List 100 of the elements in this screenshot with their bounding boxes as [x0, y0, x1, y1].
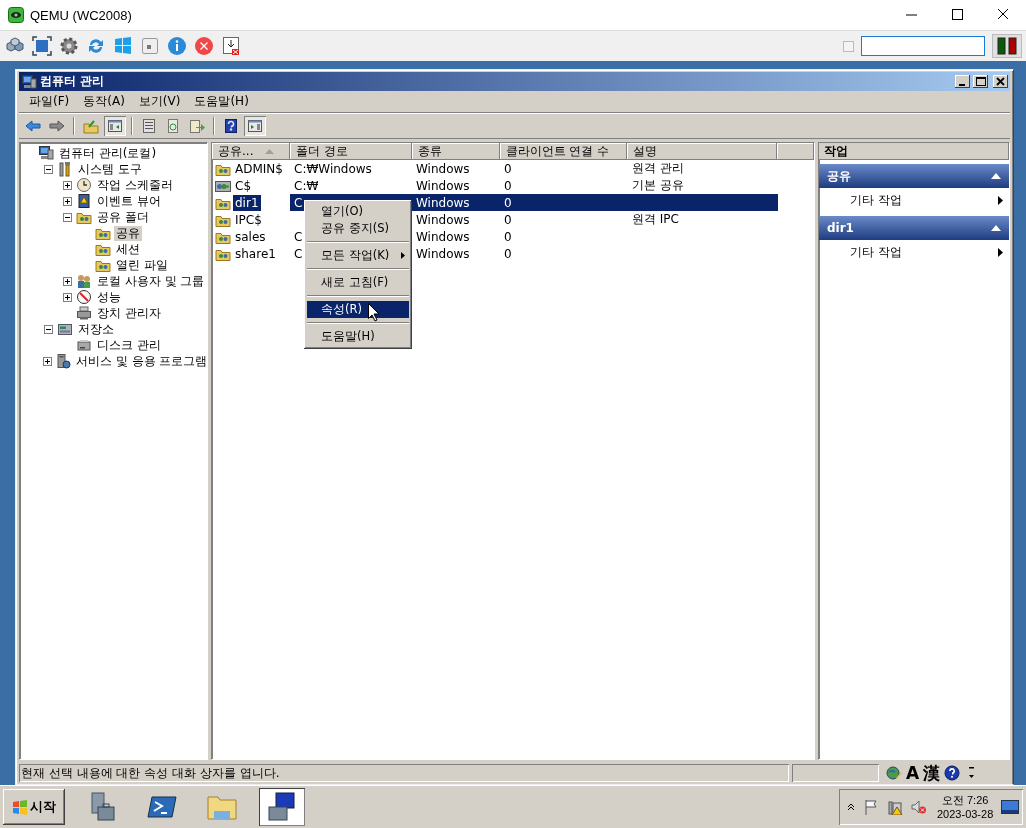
close-icon[interactable] — [194, 36, 214, 56]
action-link[interactable]: 기타 작업 — [850, 191, 998, 209]
maximize-button[interactable] — [973, 75, 988, 88]
settings-icon[interactable] — [59, 36, 79, 56]
collapse-icon[interactable] — [44, 164, 53, 174]
tree-item[interactable]: 작업 스케줄러 — [95, 177, 175, 193]
expand-icon[interactable] — [63, 292, 72, 302]
windows-logo-icon[interactable] — [113, 36, 133, 56]
tree-item[interactable]: 로컬 사용자 및 그룹 — [95, 273, 207, 289]
action-link[interactable]: 기타 작업 — [850, 243, 998, 261]
expand-icon[interactable] — [63, 180, 72, 190]
menu-item[interactable]: 새로 고침(F) — [307, 274, 409, 291]
tree-item[interactable]: 세션 — [114, 241, 142, 257]
table-cell: 기본 공유 — [632, 177, 684, 194]
clock-date[interactable]: 2023-03-28 — [937, 807, 994, 821]
storage-icon — [57, 321, 73, 337]
language-mode-button[interactable]: 漢 — [923, 764, 941, 782]
windows-flag-icon — [12, 799, 28, 815]
toolbar-button[interactable] — [104, 115, 126, 136]
tree-item[interactable]: 장치 관리자 — [95, 305, 163, 321]
refresh-icon[interactable] — [86, 36, 106, 56]
refresh-icon — [165, 117, 181, 134]
expand-icon[interactable] — [63, 196, 72, 206]
options-icon[interactable] — [968, 766, 976, 780]
column-header[interactable]: 종류 — [411, 143, 500, 160]
menu-item[interactable]: 속성(R) — [307, 301, 409, 318]
checkbox[interactable] — [843, 40, 854, 52]
menu-item[interactable]: 도움말(H) — [307, 328, 409, 345]
help-icon[interactable] — [944, 765, 961, 781]
properties-icon — [141, 117, 157, 134]
table-cell: 0 — [504, 195, 512, 210]
column-header[interactable]: 공유... — [212, 143, 290, 160]
minimize-icon — [958, 83, 965, 86]
section-header[interactable]: 공유 — [819, 164, 1009, 188]
computer-toolbox-icon — [266, 791, 298, 823]
help-icon — [223, 117, 239, 134]
tree-item[interactable]: 공유 — [114, 225, 142, 241]
share-name[interactable]: share1 — [233, 245, 278, 262]
chevron-up-icon[interactable] — [847, 803, 855, 811]
column-header[interactable]: 클라이언트 연결 수 — [499, 143, 628, 160]
fullscreen-icon[interactable] — [32, 36, 52, 56]
close-button[interactable] — [993, 75, 1008, 88]
export-icon — [189, 117, 205, 134]
collapse-icon[interactable] — [991, 173, 1001, 179]
tree-item[interactable]: 열린 파일 — [114, 257, 170, 273]
menu-item[interactable]: 파일(F) — [22, 92, 77, 111]
share-name[interactable]: dir1 — [233, 194, 261, 211]
minimize-button[interactable] — [955, 75, 970, 88]
globe-pen-icon[interactable] — [886, 765, 902, 781]
window-download-icon[interactable] — [221, 36, 241, 56]
flag-icon[interactable] — [863, 799, 879, 815]
tree-item[interactable]: 성능 — [95, 289, 123, 305]
tree-item[interactable]: 시스템 도구 — [76, 161, 144, 177]
table-cell: 원격 IPC — [632, 211, 679, 228]
table-cell: 0 — [504, 229, 512, 244]
network-warning-icon[interactable] — [887, 799, 903, 815]
expand-icon[interactable] — [63, 276, 72, 286]
start-button[interactable]: 시작 — [3, 789, 65, 825]
menu-item[interactable]: 도움말(H) — [187, 92, 256, 111]
clock-time[interactable]: 오전 7:26 — [941, 793, 989, 807]
menu-item[interactable]: 모든 작업(K) — [307, 247, 409, 264]
users-icon — [76, 273, 92, 289]
speaker-muted-icon[interactable] — [911, 799, 927, 815]
section-header[interactable]: dir1 — [819, 216, 1009, 240]
input-field[interactable] — [861, 36, 985, 56]
share-name[interactable]: sales — [233, 228, 268, 245]
share-name[interactable]: ADMIN$ — [233, 160, 285, 177]
tree-item[interactable]: 컴퓨터 관리(로컬) — [57, 145, 159, 161]
info-icon[interactable] — [167, 36, 187, 56]
table-cell: Windows — [416, 229, 470, 244]
table-cell: 0 — [504, 178, 512, 193]
collapse-icon[interactable] — [63, 212, 72, 222]
taskbar-button[interactable] — [259, 788, 305, 826]
column-header[interactable]: 폴더 경로 — [289, 143, 412, 160]
language-mode-button[interactable]: A — [906, 764, 920, 782]
services-icon — [55, 353, 71, 369]
toolbar-button[interactable] — [244, 115, 266, 136]
menu-item[interactable]: 공유 중지(S) — [307, 220, 409, 237]
expand-icon[interactable] — [43, 356, 52, 366]
computer-icon — [38, 145, 54, 161]
tree-item[interactable]: 공유 폴더 — [95, 209, 151, 225]
gauge-icon — [76, 289, 92, 305]
collapse-icon[interactable] — [991, 225, 1001, 231]
collapse-icon[interactable] — [44, 324, 53, 334]
share-name[interactable]: C$ — [233, 177, 253, 194]
tree-item[interactable]: 디스크 관리 — [95, 337, 163, 353]
device-icon — [76, 305, 92, 321]
menu-item[interactable]: 보기(V) — [131, 92, 188, 111]
column-header[interactable] — [777, 143, 814, 160]
column-header[interactable]: 설명 — [627, 143, 778, 160]
menu-item[interactable]: 동작(A) — [76, 92, 132, 111]
menu-item[interactable]: 열기(O) — [307, 203, 409, 220]
tree-item[interactable]: 저장소 — [76, 321, 116, 337]
tree-pane-icon — [107, 117, 123, 134]
tree-item[interactable]: 서비스 및 응용 프로그램 — [74, 353, 207, 369]
show-desktop-icon[interactable] — [1001, 800, 1020, 814]
tree-item[interactable]: 이벤트 뷰어 — [95, 193, 163, 209]
eye-logo-icon — [8, 7, 24, 23]
keyboard-key-icon[interactable] — [140, 36, 160, 56]
share-name[interactable]: IPC$ — [233, 211, 264, 228]
